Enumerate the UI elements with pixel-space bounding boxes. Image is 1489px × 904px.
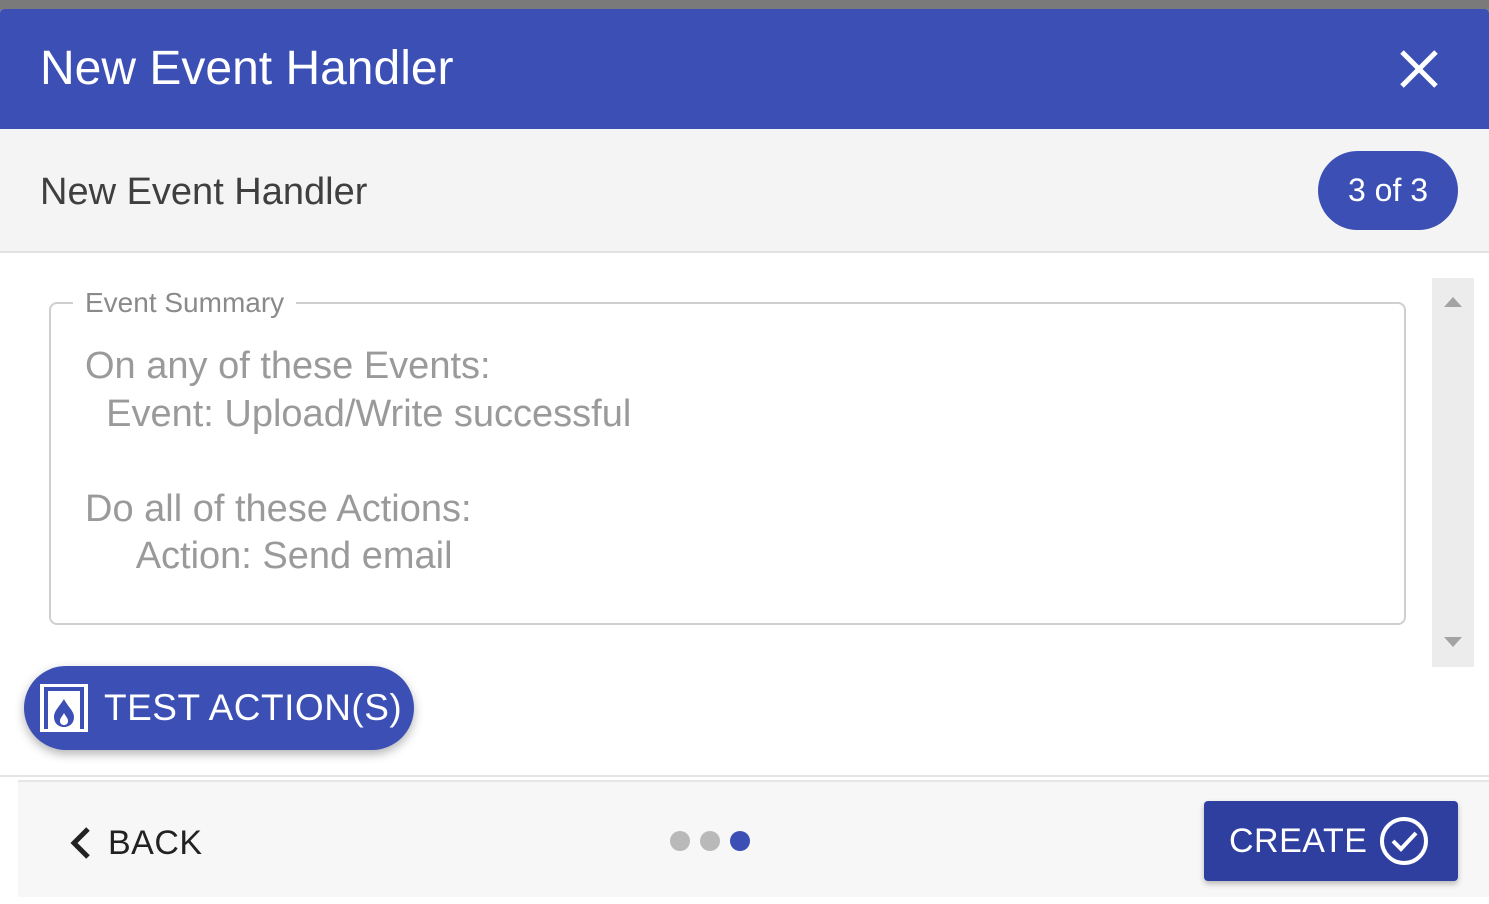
scroll-down-arrow-icon[interactable] bbox=[1443, 636, 1463, 648]
back-button[interactable]: BACK bbox=[68, 818, 203, 868]
test-actions-label: TEST ACTION(S) bbox=[104, 687, 403, 728]
scroll-up-arrow-icon[interactable] bbox=[1443, 296, 1463, 308]
step-dot-2 bbox=[700, 831, 720, 851]
check-circle-icon bbox=[1380, 817, 1428, 865]
create-label: CREATE bbox=[1229, 822, 1368, 860]
back-label: BACK bbox=[108, 823, 203, 862]
test-flame-icon bbox=[40, 684, 88, 732]
event-summary-text: On any of these Events: Event: Upload/Wr… bbox=[85, 345, 632, 577]
close-button[interactable] bbox=[1393, 43, 1445, 95]
step-badge: 3 of 3 bbox=[1318, 151, 1458, 230]
test-actions-button[interactable]: TEST ACTION(S) bbox=[24, 666, 414, 750]
dialog-title: New Event Handler bbox=[40, 42, 454, 95]
new-event-handler-dialog: New Event Handler New Event Handler 3 of… bbox=[0, 9, 1489, 904]
event-summary-field[interactable]: Event Summary On any of these Events: Ev… bbox=[49, 289, 1406, 625]
dialog-content: Event Summary On any of these Events: Ev… bbox=[0, 253, 1489, 775]
step-dot-1 bbox=[670, 831, 690, 851]
event-summary-legend: Event Summary bbox=[85, 287, 285, 318]
content-scrollbar[interactable] bbox=[1432, 278, 1474, 667]
step-dot-3-active bbox=[730, 831, 750, 851]
wizard-footer: BACK CREATE bbox=[18, 780, 1489, 897]
footer-divider bbox=[0, 775, 1489, 777]
step-indicator bbox=[670, 831, 750, 851]
create-button[interactable]: CREATE bbox=[1204, 801, 1458, 881]
step-title: New Event Handler bbox=[40, 171, 368, 213]
dialog-titlebar: New Event Handler bbox=[0, 9, 1489, 129]
step-header: New Event Handler 3 of 3 bbox=[0, 129, 1489, 253]
chevron-left-icon bbox=[70, 827, 90, 859]
close-icon bbox=[1400, 50, 1438, 88]
